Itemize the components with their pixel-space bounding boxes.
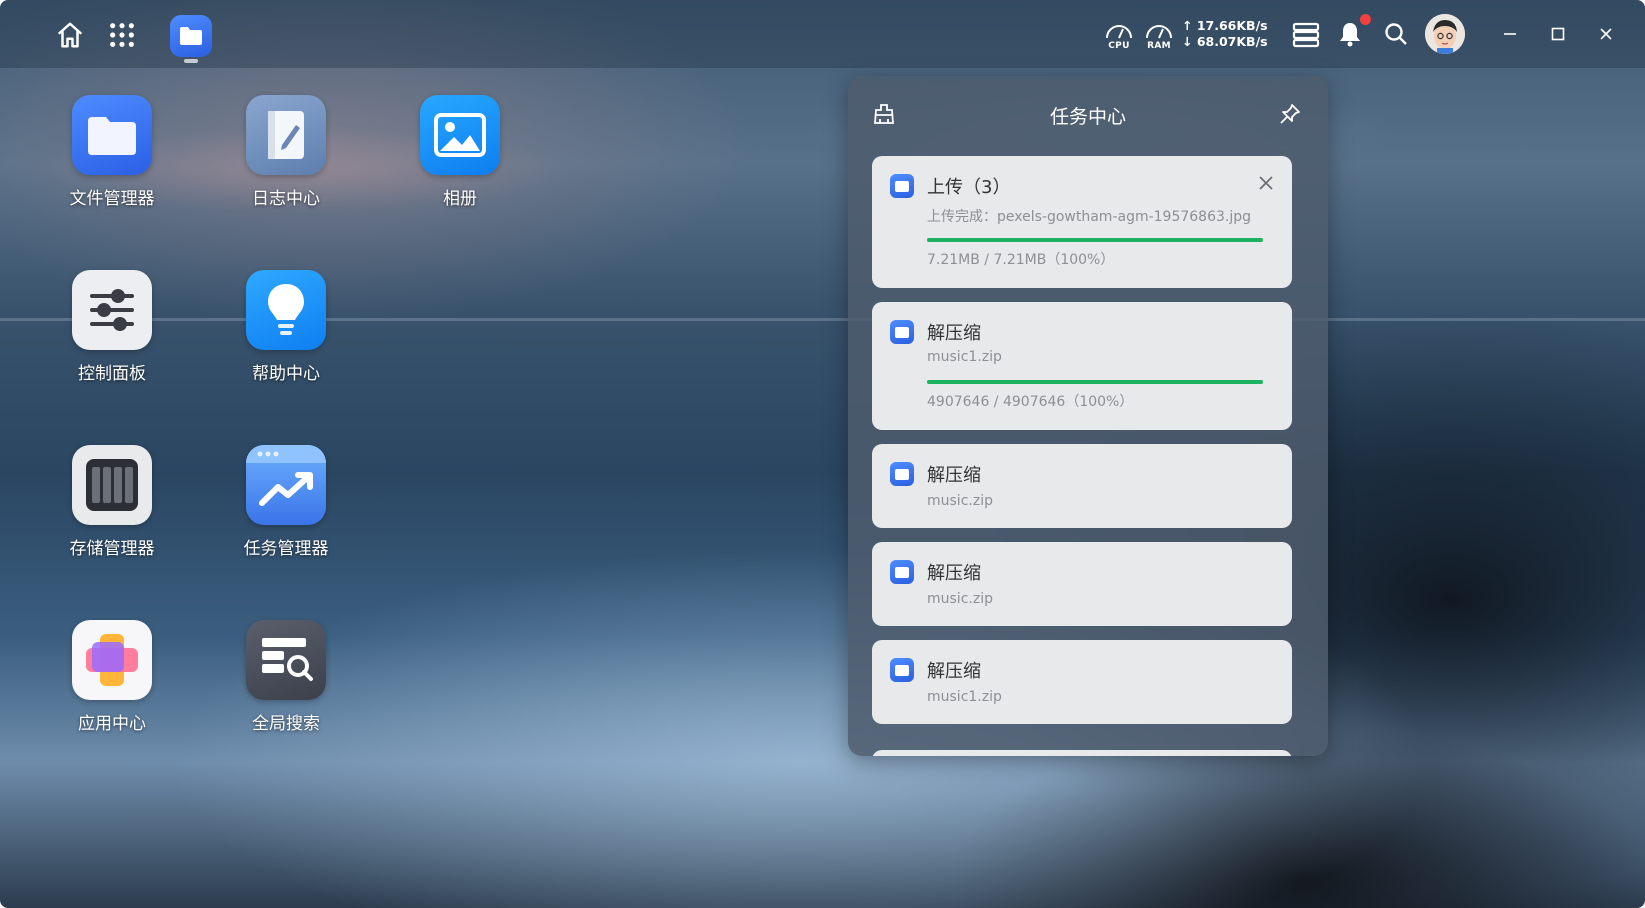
upload-speed: ↑ 17.66KB/s [1182, 18, 1268, 33]
task-center-panel: 任务中心 上传（3） 上传完成：pexels-gowtham-agm-19576… [848, 76, 1328, 756]
close-window-icon[interactable] [1592, 20, 1620, 48]
task-description: 上传完成：pexels-gowtham-agm-19576863.jpg [927, 209, 1252, 225]
task-progress-text: 7.21MB / 7.21MB（100%） [927, 252, 1115, 268]
desktop-app-global-search[interactable]: 全局搜索 [231, 620, 341, 734]
folder-icon [72, 95, 152, 175]
task-progress-bar [927, 238, 1263, 242]
task-item[interactable]: 解压缩 music1.zip 4907646 / 4907646（100%） [872, 302, 1292, 430]
task-item[interactable]: 解压缩 music.zip [872, 542, 1292, 626]
app-label: 控制面板 [78, 364, 146, 384]
global-search-icon [246, 620, 326, 700]
desktop-app-file-manager[interactable]: 文件管理器 [57, 95, 167, 209]
notification-badge [1360, 14, 1371, 25]
task-name: 解压缩 [927, 323, 981, 344]
app-label: 全局搜索 [252, 714, 320, 734]
folder-icon [890, 462, 914, 486]
task-progress-fill [927, 380, 1263, 384]
task-description: music1.zip [927, 689, 1002, 705]
app-label: 应用中心 [78, 714, 146, 734]
folder-icon [890, 320, 914, 344]
app-label: 帮助中心 [252, 364, 320, 384]
desktop-app-control-panel[interactable]: 控制面板 [57, 270, 167, 384]
app-label: 任务管理器 [243, 539, 329, 559]
search-icon[interactable] [1380, 18, 1412, 50]
close-icon[interactable] [1256, 173, 1278, 195]
ram-gauge-icon [1146, 25, 1172, 39]
trend-chart-icon [246, 445, 326, 525]
network-speed[interactable]: ↑ 17.66KB/s ↓ 68.07KB/s [1182, 18, 1268, 50]
folder-icon [890, 658, 914, 682]
task-name: 解压缩 [927, 563, 981, 584]
desktop-app-help-center[interactable]: 帮助中心 [231, 270, 341, 384]
task-name: 解压缩 [927, 661, 981, 682]
ram-label: RAM [1147, 41, 1171, 51]
desktop-app-app-center[interactable]: 应用中心 [57, 620, 167, 734]
app-center-icon [72, 620, 152, 700]
minimize-icon[interactable] [1496, 20, 1524, 48]
desktop-app-storage-manager[interactable]: 存储管理器 [57, 445, 167, 559]
cpu-label: CPU [1108, 41, 1130, 51]
storage-status-icon[interactable] [1290, 20, 1322, 50]
folder-icon [890, 174, 914, 198]
task-name: 上传（3） [927, 177, 1011, 198]
cpu-gauge[interactable]: CPU [1102, 20, 1136, 51]
log-book-icon [246, 95, 326, 175]
desktop: CPU RAM ↑ 17.66KB/s ↓ 68.07KB/s 文件管理器 日志… [0, 0, 1645, 908]
active-app-indicator [184, 59, 198, 63]
desktop-app-task-manager[interactable]: 任务管理器 [231, 445, 341, 559]
task-progress-bar [927, 380, 1263, 384]
maximize-icon[interactable] [1544, 20, 1572, 48]
task-center-title: 任务中心 [1049, 106, 1126, 128]
home-icon[interactable] [52, 17, 88, 53]
app-label: 存储管理器 [69, 539, 155, 559]
task-item[interactable]: 解压缩 music.zip [872, 444, 1292, 528]
app-launcher-icon[interactable] [104, 17, 140, 53]
app-label: 相册 [443, 189, 477, 209]
cpu-gauge-icon [1106, 25, 1132, 39]
task-item[interactable]: 上传（3） 上传完成：pexels-gowtham-agm-19576863.j… [872, 156, 1292, 288]
task-progress-fill [927, 238, 1263, 242]
folder-icon [890, 560, 914, 584]
user-avatar[interactable] [1425, 14, 1465, 54]
task-item-partial[interactable] [872, 750, 1292, 756]
pin-icon[interactable] [1278, 102, 1302, 126]
photo-icon [420, 95, 500, 175]
storage-drives-icon [72, 445, 152, 525]
desktop-app-photos[interactable]: 相册 [405, 95, 515, 209]
task-name: 解压缩 [927, 465, 981, 486]
task-description: music.zip [927, 493, 993, 509]
task-description: music1.zip [927, 349, 1002, 365]
task-description: music.zip [927, 591, 993, 607]
task-item[interactable]: 解压缩 music1.zip [872, 640, 1292, 724]
sliders-icon [72, 270, 152, 350]
desktop-app-log-center[interactable]: 日志中心 [231, 95, 341, 209]
app-label: 文件管理器 [69, 189, 155, 209]
download-speed: ↓ 68.07KB/s [1182, 34, 1268, 49]
taskbar-file-manager-icon[interactable] [170, 15, 212, 57]
task-progress-text: 4907646 / 4907646（100%） [927, 394, 1134, 410]
ram-gauge[interactable]: RAM [1142, 20, 1176, 51]
lightbulb-icon [246, 270, 326, 350]
app-label: 日志中心 [252, 189, 320, 209]
